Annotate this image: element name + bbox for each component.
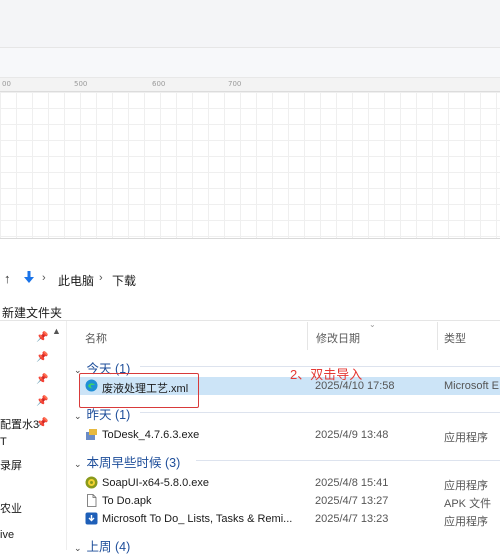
breadcrumb-this-pc[interactable]: 此电脑 — [58, 272, 94, 289]
file-row[interactable]: Microsoft To Do_ Lists, Tasks & Remi... … — [80, 510, 500, 528]
nav-item[interactable]: 配置水3 — [0, 416, 46, 432]
app-secondary-toolbar — [0, 48, 500, 78]
nav-item[interactable]: 录屏 — [0, 457, 46, 473]
file-name: SoapUI-x64-5.8.0.exe — [102, 477, 210, 489]
file-type: Microsoft E — [444, 380, 500, 392]
divider — [140, 412, 500, 413]
column-divider[interactable] — [307, 322, 308, 350]
chevron-right-icon: › — [42, 272, 46, 284]
nav-item[interactable]: 农业 — [0, 500, 46, 516]
annotation-text: 2、双击导入 — [290, 367, 363, 382]
file-date: 2025/4/9 13:48 — [315, 429, 389, 441]
group-header-earlier-this-week[interactable]: ⌄ 本周早些时候 (3) — [74, 452, 180, 471]
file-type: 应用程序 — [444, 480, 488, 492]
file-date: 2025/4/8 15:41 — [315, 477, 389, 489]
nav-item[interactable]: ive — [0, 529, 46, 541]
pin-icon[interactable]: 📌 — [36, 332, 48, 343]
address-bar[interactable]: ↑ › 此电脑 › 下载 — [0, 268, 500, 292]
breadcrumb-downloads[interactable]: 下载 — [112, 272, 136, 289]
soapui-icon — [85, 476, 98, 489]
up-arrow-icon[interactable]: ↑ — [4, 271, 11, 286]
ruler-mark: 600 — [152, 80, 166, 88]
file-type: 应用程序 — [444, 516, 488, 528]
group-label: 上周 (4) — [86, 540, 131, 554]
chevron-down-icon: ⌄ — [74, 459, 82, 469]
divider — [0, 320, 500, 321]
chevron-right-icon: › — [99, 272, 103, 284]
file-row[interactable]: To Do.apk 2025/4/7 13:27 APK 文件 — [80, 492, 500, 510]
app-toolbar-area — [0, 0, 500, 48]
pin-icon[interactable]: 📌 — [36, 396, 48, 407]
ruler-mark: 500 — [74, 80, 88, 88]
horizontal-ruler: 00 500 600 700 — [0, 78, 500, 92]
chevron-down-icon: ⌄ — [74, 543, 82, 553]
annotation-highlight-box — [79, 373, 199, 408]
file-date: 2025/4/7 13:27 — [315, 495, 389, 507]
scroll-up-arrow-icon[interactable]: ▲ — [52, 326, 61, 336]
group-header-last-week[interactable]: ⌄ 上周 (4) — [74, 536, 130, 555]
ruler-mark: 00 — [2, 80, 11, 88]
new-folder-button[interactable]: 新建文件夹 — [2, 304, 62, 321]
canvas-grid — [0, 92, 500, 238]
column-divider[interactable] — [437, 322, 438, 350]
group-label: 昨天 (1) — [86, 408, 131, 422]
file-type: 应用程序 — [444, 432, 488, 444]
pin-icon[interactable]: 📌 — [36, 374, 48, 385]
nav-item[interactable]: T — [0, 436, 46, 448]
downloads-icon — [24, 271, 34, 283]
ruler-mark: 700 — [228, 80, 242, 88]
file-row[interactable]: SoapUI-x64-5.8.0.exe 2025/4/8 15:41 应用程序 — [80, 474, 500, 492]
file-type: APK 文件 — [444, 498, 492, 510]
column-header-date[interactable]: 修改日期 — [316, 330, 360, 346]
column-header-name[interactable]: 名称 — [85, 330, 107, 346]
file-date: 2025/4/7 13:23 — [315, 513, 389, 525]
file-icon — [87, 494, 97, 507]
divider — [196, 460, 500, 461]
file-name: To Do.apk — [102, 495, 152, 507]
column-header-type[interactable]: 类型 — [444, 330, 466, 346]
sort-caret-icon: ⌄ — [369, 320, 376, 329]
pin-icon[interactable]: 📌 — [36, 352, 48, 363]
installer-icon — [86, 429, 97, 440]
chevron-down-icon: ⌄ — [74, 411, 82, 421]
download-app-icon — [85, 512, 98, 525]
file-row[interactable]: ToDesk_4.7.6.3.exe 2025/4/9 13:48 应用程序 — [80, 426, 500, 444]
group-label: 本周早些时候 (3) — [86, 456, 181, 470]
file-name: ToDesk_4.7.6.3.exe — [102, 429, 200, 441]
file-name: Microsoft To Do_ Lists, Tasks & Remi... — [102, 513, 293, 525]
divider — [66, 321, 67, 550]
